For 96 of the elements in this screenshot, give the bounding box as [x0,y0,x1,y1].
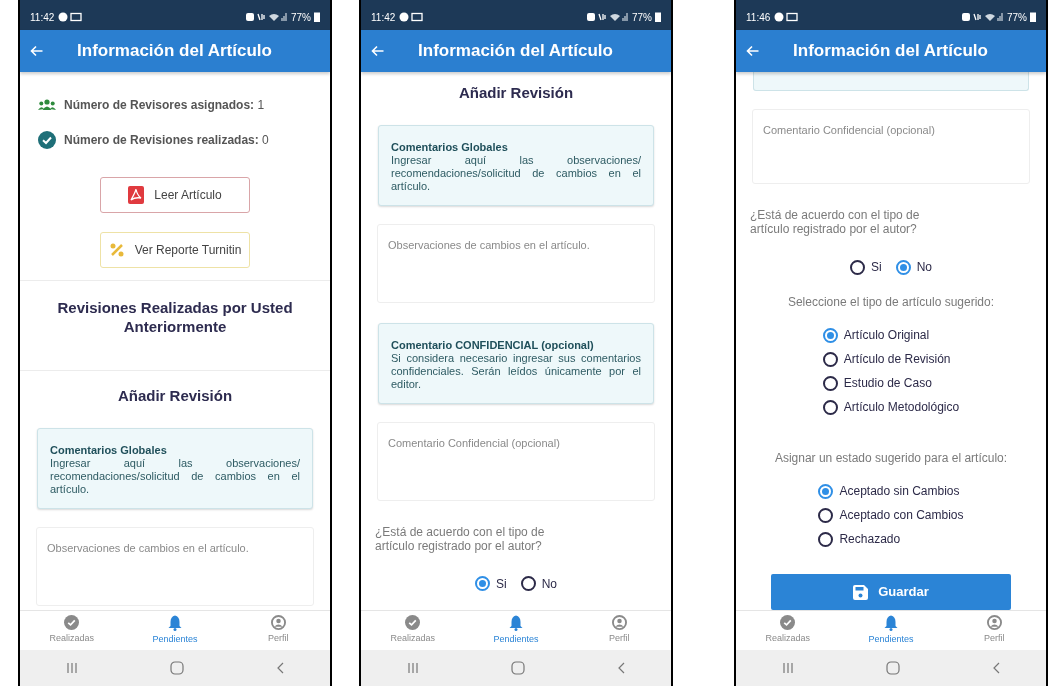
report-button[interactable]: Ver Reporte Turnitin [100,232,250,268]
stat-text: Número de Revisores asignados: 1 [64,97,265,114]
recent-apps-icon[interactable] [66,662,78,674]
battery-percent: 77% [1007,10,1027,25]
status-time: 11:42 [30,10,55,25]
home-icon[interactable] [511,661,525,675]
comment-field[interactable]: Observaciones de cambios en el artículo. [36,526,314,606]
nav-tab[interactable]: Pendientes [123,611,227,650]
nav-tab[interactable]: Perfil [942,611,1046,650]
radio-button[interactable] [850,259,865,275]
nav-tab[interactable]: Perfil [226,611,330,650]
check-circle-icon [780,615,796,631]
pdf-icon [128,186,145,204]
back-arrow-icon[interactable] [371,45,384,57]
bell-icon [168,614,182,631]
radio-button[interactable] [818,483,834,499]
card-title: Comentarios Globales [391,140,509,154]
signal-icons [587,12,629,22]
app-bar-title: Información del Artículo [792,40,989,63]
back-icon[interactable] [992,662,1000,674]
notification-icons [774,12,801,22]
comment-field[interactable]: Comentario Confidencial (opcional) [377,421,655,501]
comment-field[interactable]: Comentario Confidencial (opcional) [752,108,1030,184]
radio-button[interactable] [818,531,834,547]
card-title: Comentarios Globales [50,443,168,457]
read-article-button[interactable]: Leer Artículo [100,177,250,213]
option-label: Artículo Original [843,327,930,344]
radio-button[interactable] [520,576,536,591]
check-circle-icon [64,615,80,631]
home-icon[interactable] [886,661,900,675]
battery-icon [314,12,320,22]
recent-apps-icon[interactable] [782,662,794,674]
option-label: No [541,575,557,593]
option-label: No [916,259,932,276]
bell-icon [884,614,898,631]
card-title: Comentario CONFIDENCIAL (opcional) [391,338,595,352]
nav-tab[interactable]: Realizadas [20,611,124,650]
nav-tab[interactable]: Realizadas [736,611,840,650]
app-bar-title: Información del Artículo [76,40,273,63]
nav-tab[interactable]: Pendientes [464,611,568,650]
radio-button[interactable] [475,576,490,591]
back-icon[interactable] [276,662,284,674]
option-label: Aceptado sin Cambios [839,483,960,500]
status-time: 11:46 [746,10,771,25]
recent-apps-icon[interactable] [407,662,419,674]
people-icon [38,99,56,111]
question-text: ¿Está de acuerdo con el tipo de artículo registrado por el autor? [375,524,546,553]
signal-icons [246,12,288,22]
nav-tab[interactable]: Pendientes [839,611,943,650]
battery-icon [1030,12,1036,22]
section-heading: Revisiones Realizadas por Usted Anteriormente [56,298,294,336]
option-label: Artículo Metodológico [843,399,960,416]
comment-field[interactable]: Observaciones de cambios en el artículo. [377,223,655,303]
radio-button[interactable] [818,507,834,523]
option-label: Si [496,575,507,593]
notification-icons [58,12,85,22]
option-label: Estudio de Caso [843,375,932,392]
radio-button[interactable] [822,375,838,391]
radio-button[interactable] [822,351,838,367]
option-label: Si [871,259,882,276]
back-arrow-icon[interactable] [30,45,43,57]
percent-icon [108,242,125,258]
user-circle-icon [986,615,1002,631]
option-label: Artículo de Revisión [843,351,951,368]
battery-icon [655,12,661,22]
battery-percent: 77% [291,10,311,25]
option-label: Rechazado [839,531,901,548]
stat-text: Número de Revisiones realizadas: 0 [64,132,269,149]
prompt-text: Seleccione el tipo de artículo sugerido: [786,294,996,311]
card-text: Ingresar aquí las observaciones/ recomendaciones/solicitud de cambios en el artículo. [50,456,300,496]
question-text: ¿Está de acuerdo con el tipo de artículo registrado por el autor? [750,208,921,236]
app-bar-title: Información del Artículo [417,40,614,63]
section-title: Añadir Revisión [116,386,234,406]
radio-button[interactable] [822,399,838,415]
user-circle-icon [611,615,627,631]
radio-button[interactable] [822,327,838,343]
save-button[interactable]: Guardar [771,574,1011,610]
check-circle-icon [405,615,421,631]
nav-tab[interactable]: Realizadas [361,611,465,650]
user-circle-icon [270,615,286,631]
radio-button[interactable] [895,259,911,275]
prompt-text: Asignar un estado sugerido para el artículo: [773,450,1009,467]
bell-icon [509,614,523,631]
back-icon[interactable] [617,662,625,674]
status-time: 11:42 [371,10,396,25]
signal-icons [962,12,1004,22]
option-label: Aceptado con Cambios [839,507,964,524]
section-title: Añadir Revisión [457,83,575,103]
notification-icons [399,12,426,22]
home-icon[interactable] [170,661,184,675]
back-arrow-icon[interactable] [746,45,759,57]
nav-tab[interactable]: Perfil [567,611,671,650]
battery-percent: 77% [632,10,652,25]
card-text: Si considera necesario ingresar sus comentarios confidenciales. Serán leídos únicamente por el editor. [391,351,641,391]
check-circle-icon [38,131,56,149]
card-text: Ingresar aquí las observaciones/ recomendaciones/solicitud de cambios en el artículo. [391,153,641,193]
